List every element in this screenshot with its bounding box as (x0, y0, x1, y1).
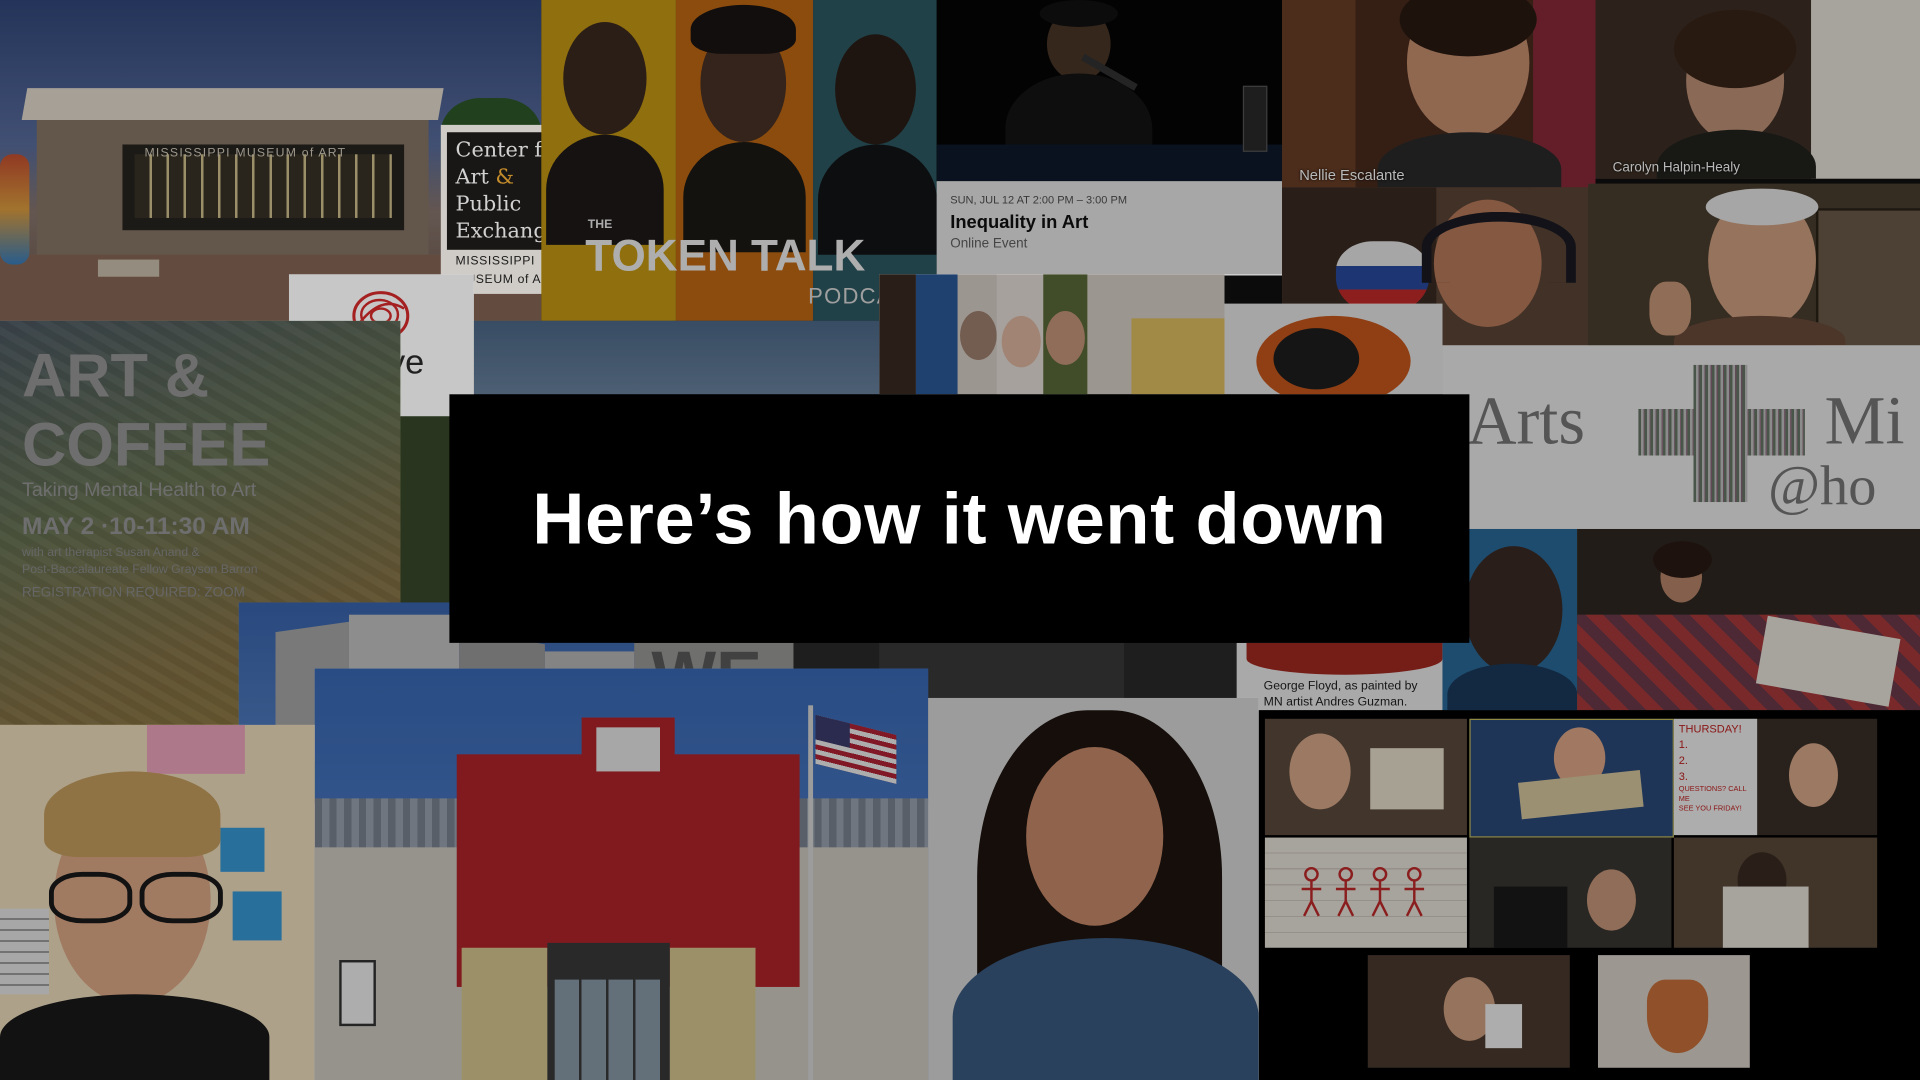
zoom-name-carolyn: Carolyn Halpin-Healy (1612, 160, 1740, 176)
zoom-name-nellie: Nellie Escalante (1299, 166, 1405, 184)
person-face (835, 34, 916, 145)
landscape-strip (400, 416, 450, 603)
art-coffee-with2: Post-Baccalaureate Fellow Grayson Barron (22, 563, 258, 577)
person-face (1026, 746, 1164, 926)
portrait-strip (879, 274, 1225, 395)
zoom-grid-tile-drawing (1264, 837, 1467, 948)
floyd-caption-line1: George Floyd, as painted by (1263, 679, 1418, 694)
museum-sign-text: MISSISSIPPI MUSEUM of ART (144, 146, 347, 161)
art-coffee-title2: COFFEE (22, 410, 271, 479)
zoom-tile-nellie: Nellie Escalante (1282, 0, 1596, 188)
arts-midwest-logo: Arts Mi @ho (1442, 345, 1920, 529)
whiteboard-line4: 3. (1678, 770, 1688, 783)
zoom-grid-tile-whiteboard: THURSDAY! 1. 2. 3. QUESTIONS? CALL ME SE… (1673, 718, 1878, 836)
sky-strip (473, 320, 880, 395)
whiteboard-line5: QUESTIONS? CALL ME (1678, 786, 1747, 804)
whiteboard-line3: 2. (1678, 754, 1688, 767)
zoom-grid-tile (1367, 955, 1570, 1068)
person-face (1464, 546, 1563, 674)
token-talk-podcast: THE TOKEN TALK PODCA (541, 0, 937, 321)
speaker-device (1224, 303, 1443, 395)
zoom-grid-tile (1673, 837, 1878, 948)
floyd-caption-tile: George Floyd, as painted by MN artist An… (1236, 642, 1443, 711)
person-face (563, 22, 647, 135)
stick-figures-drawing-icon (1301, 866, 1425, 917)
art-coffee-date: MAY 2 ·10-11:30 AM (22, 513, 250, 541)
woman-portrait (928, 697, 1259, 1080)
art-coffee-subtitle: Taking Mental Health to Art (22, 480, 257, 501)
event-title[interactable]: Inequality in Art (950, 212, 1088, 233)
event-type: Online Event (950, 236, 1028, 252)
speaker-photo (936, 0, 1283, 182)
art-coffee-with1: with art therapist Susan Anand & (22, 546, 200, 560)
arts-logo-left: Arts (1466, 383, 1586, 460)
zoom-tile-carolyn: Carolyn Halpin-Healy (1595, 0, 1920, 179)
zoom-grid-tile (1469, 837, 1672, 948)
zoom-grid-tile (1469, 718, 1674, 838)
arts-logo-right: Mi (1824, 383, 1905, 460)
art-coffee-registration: REGISTRATION REQUIRED: ZOOM (22, 585, 245, 601)
zoom-grid: THURSDAY! 1. 2. 3. QUESTIONS? CALL ME SE… (1258, 710, 1920, 1080)
floyd-caption-line2: MN artist Andres Guzman. (1263, 695, 1408, 709)
event-card[interactable]: SUN, JUL 12 AT 2:00 PM – 3:00 PM Inequal… (936, 181, 1283, 276)
capex-ampersand: & (495, 165, 515, 190)
art-coffee-title1: ART & (22, 341, 210, 411)
token-talk-title: TOKEN TALK (585, 230, 866, 281)
whiteboard-line2: 1. (1678, 738, 1688, 751)
red-barn-photo (314, 668, 929, 1080)
collage-slide: MISSISSIPPI MUSEUM of ART Center for Art… (0, 0, 1920, 1080)
child-painting-photo (1577, 528, 1920, 711)
zoom-tile-man (1588, 183, 1920, 346)
whiteboard-line1: THURSDAY! (1678, 722, 1742, 735)
whiteboard-line6: SEE YOU FRIDAY! (1678, 805, 1742, 814)
arts-logo-bottom: @ho (1768, 454, 1877, 517)
flagpole (808, 705, 814, 1080)
slide-title: Here’s how it went down (532, 478, 1387, 559)
us-flag (815, 714, 897, 784)
event-date: SUN, JUL 12 AT 2:00 PM – 3:00 PM (950, 193, 1128, 206)
capex-line2: Art (455, 165, 496, 190)
title-banner: Here’s how it went down (449, 394, 1470, 643)
glasses-woman-photo (0, 724, 315, 1080)
zoom-grid-tile (1597, 955, 1750, 1068)
zoom-grid-tile (1264, 718, 1467, 836)
